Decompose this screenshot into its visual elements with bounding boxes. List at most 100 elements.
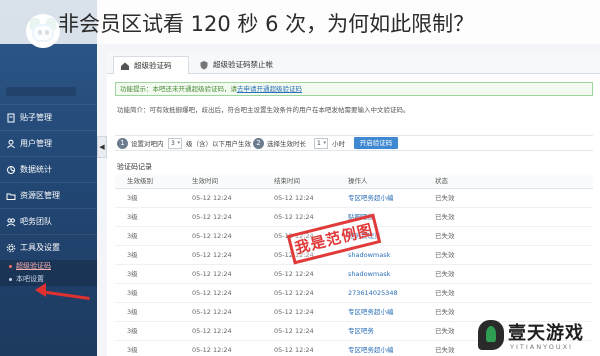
sidebar-collapse-button[interactable]: ◀ — [97, 136, 107, 158]
start-time-cell: 05-12 12:24 — [192, 270, 232, 278]
sidebar-item-team[interactable]: 吧务团队 — [0, 208, 97, 234]
bullet-icon — [9, 278, 12, 281]
gear-icon — [6, 243, 16, 253]
start-time-cell: 05-12 12:24 — [192, 308, 232, 316]
end-time-cell: 05-12 12:24 — [274, 308, 314, 316]
operator-link[interactable]: 专区吧务超小编 — [348, 341, 420, 356]
table-row: 3级 05-12 12:24 05-12 12:24 273614025348 已失效 — [115, 284, 593, 303]
start-time-cell: 05-12 12:24 — [192, 289, 232, 297]
tab-captcha-ban[interactable]: 超级验证码禁止帐 — [193, 56, 283, 74]
operator-link[interactable]: 273614025348 — [348, 284, 420, 302]
operator-link[interactable]: shadowmask — [348, 246, 420, 264]
captcha-settings-bar: 1 设置对吧内 3 级（含）以下用户生效 2 选择生效时长 1 小时 开启验证码 — [115, 135, 593, 151]
duration-select[interactable]: 1 — [314, 138, 328, 149]
end-time-cell: 05-12 12:24 — [274, 346, 314, 354]
status-cell: 已失效 — [435, 289, 455, 297]
start-time-cell: 05-12 12:24 — [192, 194, 232, 202]
sidebar-subitem-settings[interactable]: 本吧设置 — [0, 273, 97, 286]
sidebar-subitem-label: 超级验证码 — [16, 262, 51, 270]
column-header: 生效级别 — [127, 177, 153, 185]
status-cell: 已失效 — [435, 270, 455, 278]
level-cell: 3级 — [127, 270, 138, 278]
red-arrow-head-icon — [35, 283, 46, 297]
step-number-badge: 2 — [253, 138, 264, 149]
end-time-cell: 05-12 12:24 — [274, 289, 314, 297]
level-cell: 3级 — [127, 346, 138, 354]
home-icon — [121, 62, 129, 70]
sidebar-item-posts[interactable]: 贴子管理 — [0, 104, 97, 130]
start-time-cell: 05-12 12:24 — [192, 232, 232, 240]
enable-captcha-button[interactable]: 开启验证码 — [354, 137, 398, 149]
sidebar-item-stats[interactable]: 数据统计 — [0, 156, 97, 182]
table-header-row: 生效级别 生效时间 结束时间 操作人 状态 — [115, 174, 593, 189]
operator-link[interactable]: shadowmask — [348, 265, 420, 283]
level-cell: 3级 — [127, 327, 138, 335]
level-cell: 3级 — [127, 232, 138, 240]
tab-bar: 超级验证码 超级验证码禁止帐 — [107, 52, 600, 74]
table-row: 3级 05-12 12:24 05-12 12:24 shadowmask 已失效 — [115, 265, 593, 284]
feature-intro: 功能简介：可有效抵御爆吧，歧出后，符合吧主设置生效条件的用户在本吧发帖需要输入中… — [117, 106, 410, 114]
level-select[interactable]: 3 — [168, 138, 182, 149]
user-name-mask — [6, 87, 76, 96]
status-cell: 已失效 — [435, 251, 455, 259]
notice-text: 功能提示：本吧还未开通超级验证码，请 — [120, 85, 237, 93]
column-header: 状态 — [435, 177, 448, 185]
team-icon — [6, 218, 16, 227]
sidebar-item-tools[interactable]: 工具及设置 — [0, 234, 97, 260]
level-cell: 3级 — [127, 289, 138, 297]
operator-link[interactable]: 专区吧务超小编 — [348, 303, 420, 321]
sidebar-item-users[interactable]: 用户管理 — [0, 130, 97, 156]
site-logo-icon — [478, 320, 504, 350]
main-panel: 超级验证码 超级验证码禁止帐 功能提示：本吧还未开通超级验证码，请去申请开通超级… — [107, 52, 600, 356]
end-time-cell: 05-12 12:24 — [274, 213, 314, 221]
watermark-subtitle: YITIANYOUXI — [510, 343, 573, 351]
column-header: 生效时间 — [192, 177, 218, 185]
watermark-title: 壹天游戏 — [508, 323, 584, 344]
sidebar-item-resources[interactable]: 资源区管理 — [0, 182, 97, 208]
operator-link[interactable]: 专区吧务超小编 — [348, 189, 420, 207]
tab-label: 超级验证码 — [134, 61, 172, 70]
headline: 非会员区试看 120 秒 6 次，为何如此限制？ — [0, 0, 600, 44]
site-watermark: 壹天游戏 YITIANYOUXI — [478, 318, 600, 356]
sidebar-item-label: 资源区管理 — [20, 191, 60, 200]
sidebar-submenu-tools: 超级验证码 本吧设置 — [0, 260, 97, 286]
level-cell: 3级 — [127, 194, 138, 202]
end-time-cell: 05-12 12:24 — [274, 327, 314, 335]
operator-link[interactable]: 专区吧务 — [348, 322, 420, 340]
apply-captcha-link[interactable]: 去申请开通超级验证码 — [237, 85, 302, 93]
sidebar-item-label: 吧务团队 — [20, 217, 52, 226]
duration-unit: 小时 — [332, 140, 345, 148]
step-number-badge: 1 — [117, 138, 128, 149]
tab-label: 超级验证码禁止帐 — [213, 60, 273, 69]
sidebar-item-label: 工具及设置 — [20, 243, 60, 252]
table-row: 3级 05-12 12:24 05-12 12:24 专区吧务超小编 已失效 — [115, 189, 593, 208]
shield-icon — [200, 61, 208, 70]
column-header: 操作人 — [348, 177, 368, 185]
start-time-cell: 05-12 12:24 — [192, 346, 232, 354]
start-time-cell: 05-12 12:24 — [192, 251, 232, 259]
tab-super-captcha[interactable]: 超级验证码 — [113, 56, 189, 74]
status-cell: 已失效 — [435, 194, 455, 202]
step1-label: 设置对吧内 — [131, 140, 164, 148]
sidebar-menu: 贴子管理 用户管理 数据统计 资源区管理 吧务团队 工具及设置 超级验证码 本吧… — [0, 104, 97, 286]
level-cell: 3级 — [127, 251, 138, 259]
notice-banner: 功能提示：本吧还未开通超级验证码，请去申请开通超级验证码 — [115, 82, 593, 96]
folder-icon — [6, 193, 16, 200]
sidebar-subitem-captcha[interactable]: 超级验证码 — [0, 260, 97, 273]
bullet-icon — [9, 265, 12, 268]
user-icon — [7, 139, 15, 149]
chart-icon — [7, 166, 15, 174]
document-icon — [7, 113, 15, 123]
end-time-cell: 05-12 12:24 — [274, 194, 314, 202]
sidebar-subitem-label: 本吧设置 — [16, 275, 44, 283]
sidebar: 贴子管理 用户管理 数据统计 资源区管理 吧务团队 工具及设置 超级验证码 本吧… — [0, 0, 97, 356]
records-title: 验证码记录 — [117, 163, 152, 171]
step1-suffix: 级（含）以下用户生效 — [186, 140, 251, 148]
start-time-cell: 05-12 12:24 — [192, 213, 232, 221]
level-cell: 3级 — [127, 308, 138, 316]
sidebar-item-label: 贴子管理 — [20, 113, 52, 122]
red-arrow-line — [39, 290, 90, 300]
sidebar-item-label: 用户管理 — [20, 139, 52, 148]
end-time-cell: 05-12 12:24 — [274, 270, 314, 278]
level-cell: 3级 — [127, 213, 138, 221]
